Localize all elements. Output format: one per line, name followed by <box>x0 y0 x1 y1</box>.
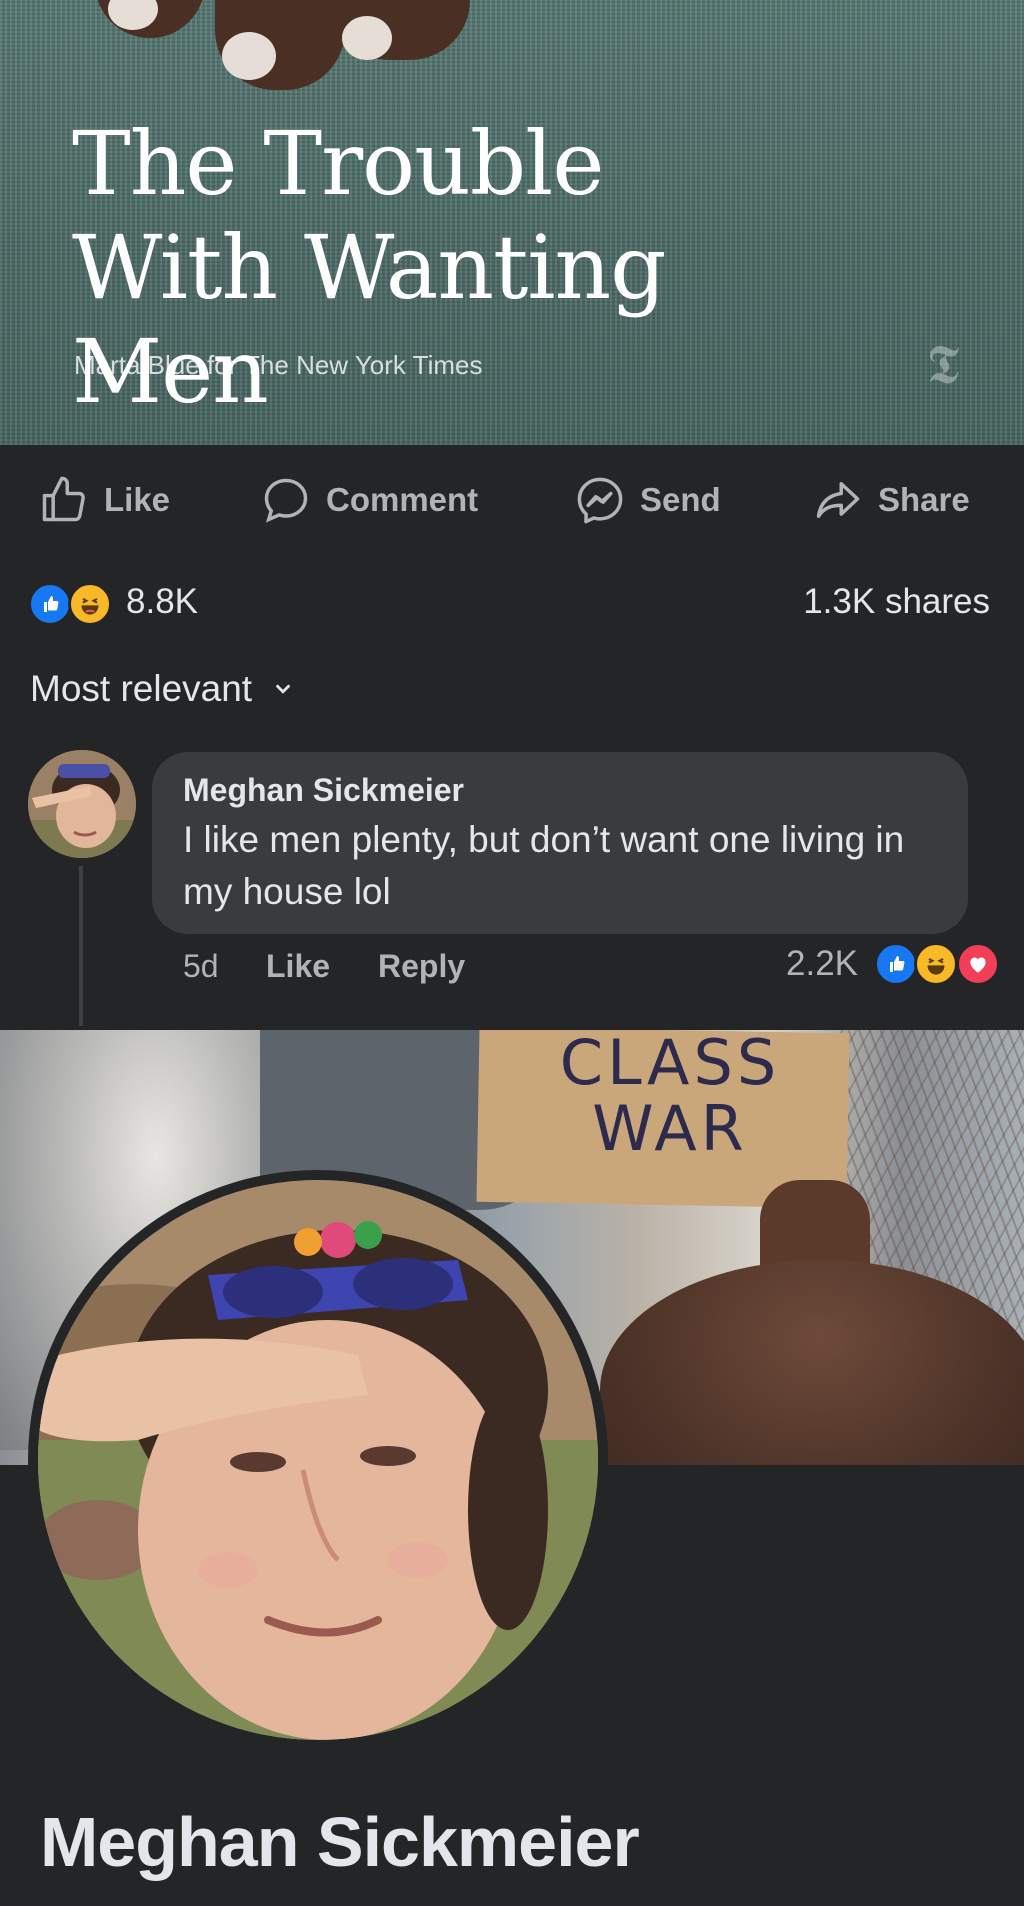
reaction-count[interactable]: 8.8K <box>126 582 198 622</box>
like-button[interactable]: Like <box>38 475 170 525</box>
comment-button[interactable]: Comment <box>260 475 478 525</box>
photo-credit: Marta Blue for The New York Times <box>74 350 483 380</box>
love-reaction-icon <box>956 942 1000 986</box>
post-action-bar: Like Comment Send Share <box>0 445 1024 550</box>
comment-reaction-count[interactable]: 2.2K <box>786 944 858 984</box>
nyt-logo-icon: 𝕿 <box>926 333 960 396</box>
share-label: Share <box>878 481 970 518</box>
like-reaction-icon <box>874 942 918 986</box>
send-button[interactable]: Send <box>574 475 721 525</box>
cover-head <box>600 1260 1024 1465</box>
messenger-icon <box>577 477 623 524</box>
like-label: Like <box>104 481 171 518</box>
post-stats: 8.8K 1.3K shares <box>0 570 1024 640</box>
sort-label: Most relevant <box>30 668 253 709</box>
comment-text: I like men plenty, but don’t want one li… <box>183 819 905 912</box>
comment-age[interactable]: 5d <box>183 948 219 985</box>
profile-photo <box>38 1180 598 1740</box>
profile-picture[interactable] <box>28 1170 608 1750</box>
send-label: Send <box>640 481 721 518</box>
share-arrow-icon <box>816 482 860 518</box>
haha-reaction-icon <box>68 582 112 626</box>
comment-sort-dropdown[interactable]: Most relevant <box>30 668 294 710</box>
haha-reaction-icon <box>914 942 958 986</box>
comment-thread-line <box>79 866 83 1026</box>
comment-author-name[interactable]: Meghan Sickmeier <box>183 772 464 809</box>
profile-name: Meghan Sickmeier <box>40 1803 640 1881</box>
comment-like-button[interactable]: Like <box>266 948 330 985</box>
hero-fingernail <box>222 32 276 80</box>
comment-author-avatar[interactable] <box>28 750 136 858</box>
protest-sign-text: CLASS WAR <box>559 1030 781 1165</box>
like-reaction-icon <box>28 582 72 626</box>
share-button[interactable]: Share <box>812 475 970 525</box>
comment-label: Comment <box>326 481 479 518</box>
hero-fingernail <box>342 16 392 60</box>
comment-reply-button[interactable]: Reply <box>378 948 465 985</box>
article-hero-image[interactable]: The Trouble With Wanting Men Marta Blue … <box>0 0 1024 445</box>
reaction-summary[interactable] <box>28 580 118 626</box>
share-count[interactable]: 1.3K shares <box>803 582 990 622</box>
comment-bubble-icon <box>264 478 308 523</box>
chevron-down-icon <box>276 684 290 694</box>
thumbs-up-icon <box>42 476 85 522</box>
